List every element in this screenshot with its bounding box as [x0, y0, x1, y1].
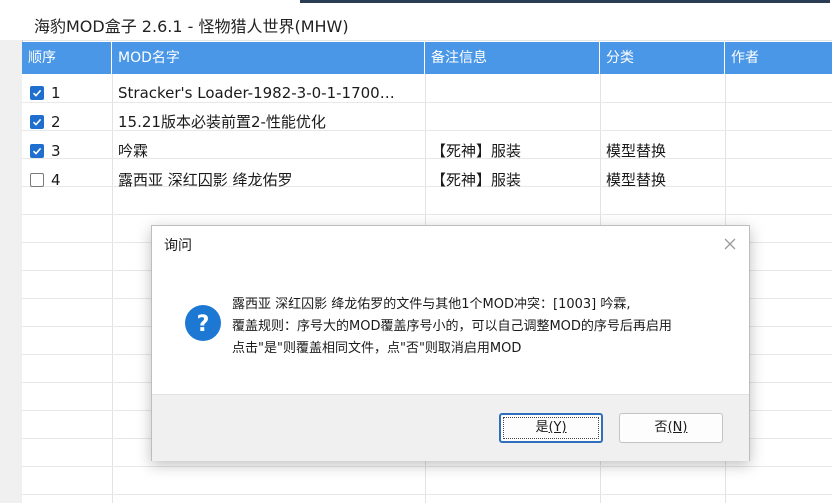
mod-author — [725, 166, 832, 194]
close-icon[interactable] — [720, 234, 740, 254]
column-header-name[interactable]: MOD名字 — [112, 42, 425, 74]
message-line: 露西亚 深红囚影 绛龙佑罗的文件与其他1个MOD冲突：[1003] 吟霖, — [232, 297, 631, 312]
mod-name: Stracker's Loader-1982-3-0-1-1700… — [118, 84, 395, 102]
question-icon: ? — [184, 304, 222, 342]
table-row[interactable]: 1 Stracker's Loader-1982-3-0-1-1700… — [22, 79, 832, 107]
row-order: 2 — [51, 113, 61, 131]
row-order: 4 — [51, 171, 61, 189]
mod-name: 吟霖 — [118, 142, 149, 160]
mod-note — [425, 108, 600, 136]
svg-text:?: ? — [197, 312, 210, 337]
mod-author — [725, 79, 832, 107]
window-title: 海豹MOD盒子 2.6.1 - 怪物猎人世界(MHW) — [34, 17, 349, 36]
message-line: 点击"是"则覆盖相同文件，点"否"则取消启用MOD — [232, 341, 522, 356]
dialog-message: 露西亚 深红囚影 绛龙佑罗的文件与其他1个MOD冲突：[1003] 吟霖, 覆盖… — [232, 294, 672, 360]
enable-checkbox[interactable] — [30, 173, 44, 187]
mod-note — [425, 79, 600, 107]
yes-button[interactable]: 是(Y) — [499, 413, 603, 443]
mod-author — [725, 108, 832, 136]
left-panel-edge — [0, 40, 23, 503]
row-divider — [22, 466, 832, 467]
table-row[interactable]: 2 15.21版本必装前置2-性能优化 — [22, 108, 832, 136]
table-row[interactable]: 4 露西亚 深红囚影 绛龙佑罗 【死神】服装 模型替换 — [22, 166, 832, 194]
row-divider — [22, 214, 832, 215]
mod-category — [600, 108, 725, 136]
enable-checkbox[interactable] — [30, 86, 44, 100]
enable-checkbox[interactable] — [30, 144, 44, 158]
title-bar: 海豹MOD盒子 2.6.1 - 怪物猎人世界(MHW) — [0, 6, 832, 41]
confirm-dialog: 询问 ? 露西亚 深红囚影 绛龙佑罗的文件与其他1个MOD冲突：[1003] 吟… — [151, 225, 750, 461]
mod-category: 模型替换 — [606, 171, 667, 189]
message-line: 覆盖规则：序号大的MOD覆盖序号小的，可以自己调整MOD的序号后再启用 — [232, 319, 672, 334]
column-header-category[interactable]: 分类 — [600, 42, 725, 74]
dialog-title: 询问 — [164, 238, 192, 254]
yes-shortcut: (Y) — [548, 420, 567, 435]
row-order: 3 — [51, 142, 61, 160]
mod-author — [725, 137, 832, 165]
mod-name: 露西亚 深红囚影 绛龙佑罗 — [118, 171, 293, 189]
mod-category: 模型替换 — [606, 142, 667, 160]
yes-label: 是 — [535, 420, 549, 435]
row-divider — [22, 494, 832, 495]
column-header-note[interactable]: 备注信息 — [425, 42, 600, 74]
column-header-order[interactable]: 顺序 — [22, 42, 112, 74]
mod-category — [600, 79, 725, 107]
background-window-glimpse — [300, 0, 830, 3]
row-order: 1 — [51, 84, 61, 102]
table-row[interactable]: 3 吟霖 【死神】服装 模型替换 — [22, 137, 832, 165]
table-header: 顺序 MOD名字 备注信息 分类 作者 — [22, 42, 832, 74]
mod-name: 15.21版本必装前置2-性能优化 — [118, 113, 326, 131]
enable-checkbox[interactable] — [30, 115, 44, 129]
mod-note: 【死神】服装 — [431, 142, 522, 160]
no-label: 否 — [654, 420, 668, 435]
no-button[interactable]: 否(N) — [619, 413, 723, 443]
mod-note: 【死神】服装 — [431, 171, 522, 189]
column-header-author[interactable]: 作者 — [725, 42, 832, 74]
dialog-footer: 是(Y) 否(N) — [152, 394, 749, 461]
no-shortcut: (N) — [667, 420, 688, 435]
